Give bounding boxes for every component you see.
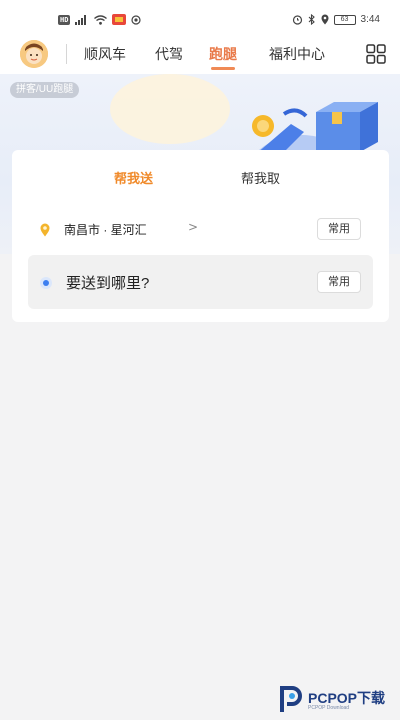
status-time: 3:44 [360,14,380,25]
status-left: HD [58,10,142,29]
app-notification-icon [112,10,127,29]
pickup-location-row[interactable]: 南昌市 · 星河汇 > 常用 [12,212,389,246]
pickup-common-button[interactable]: 常用 [317,218,361,240]
nav-divider [66,44,67,64]
watermark-sub: PCPOP Download [308,705,350,711]
destination-input[interactable]: 要送到哪里? [66,272,149,293]
banner-decoration [110,74,230,144]
tab-daijia[interactable]: 代驾 [155,44,183,64]
tab-shunfengche[interactable]: 顺风车 [84,44,126,64]
bluetooth-icon [308,10,316,29]
pickup-location-text: 南昌市 · 星河汇 [64,223,147,237]
destination-dot-icon [40,277,52,289]
tab-fulizhongxin[interactable]: 福利中心 [269,44,325,64]
signal-icon [75,10,89,29]
gps-icon [321,10,329,29]
avatar-icon[interactable] [20,40,48,68]
location-pin-icon [40,222,50,237]
delivery-card: 帮我送 帮我取 南昌市 · 星河汇 > 常用 要送到哪里? 常用 [12,150,389,322]
battery-indicator: 63 [333,14,356,25]
active-tab-indicator [211,67,235,70]
chevron-right-icon: > [188,220,199,234]
pcpop-logo-icon [280,686,302,712]
destination-row[interactable]: 要送到哪里? 常用 [28,255,373,309]
watermark: PCPOP下载 PCPOP Download [278,684,396,714]
status-right: 63 3:44 [292,10,380,29]
status-bar: HD 63 3:44 [0,0,400,34]
tab-pick-up-for-me[interactable]: 帮我取 [241,168,280,187]
destination-common-button[interactable]: 常用 [317,271,361,293]
grid-menu-icon[interactable] [366,44,386,64]
tab-paotui[interactable]: 跑腿 [209,44,237,64]
tab-send-for-me[interactable]: 帮我送 [114,168,153,187]
top-nav: 顺风车 代驾 跑腿 福利中心 [0,34,400,74]
banner-tag: 拼客/UU跑腿 [10,82,80,98]
hd-badge: HD [58,14,71,25]
wifi-icon [94,10,108,29]
alarm-icon [292,10,303,29]
location-status-icon [131,10,142,29]
